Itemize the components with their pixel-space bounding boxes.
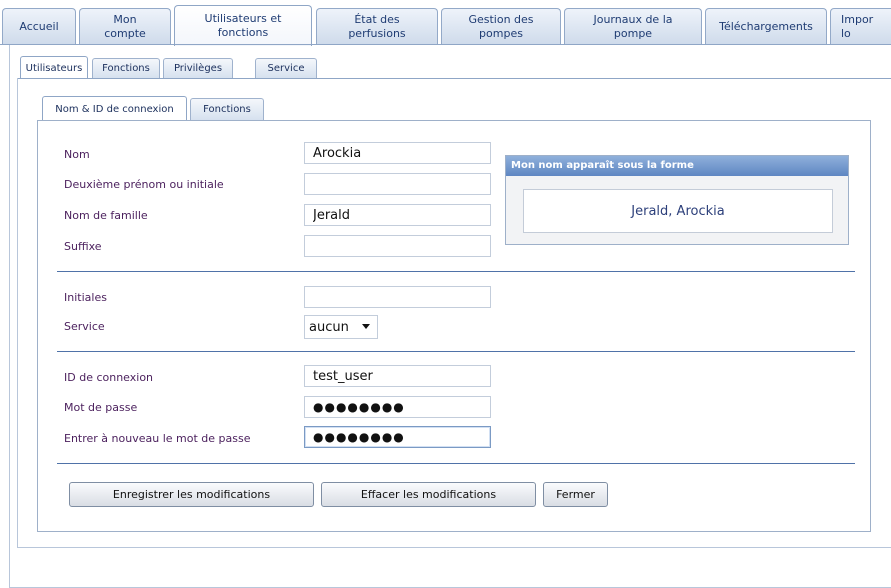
login-id-field[interactable] [304, 365, 491, 387]
password-confirm-label: Entrer à nouveau le mot de passe [64, 432, 251, 445]
main-navigation: Accueil Mon compte Utilisateurs et fonct… [0, 0, 891, 46]
tab-accueil[interactable]: Accueil [2, 8, 76, 44]
close-button[interactable]: Fermer [543, 482, 608, 507]
last-name-field[interactable] [304, 204, 491, 226]
service-select[interactable]: aucun [304, 315, 378, 339]
first-name-label: Nom [64, 148, 90, 161]
innertab-nom-id-connexion[interactable]: Nom & ID de connexion [42, 96, 187, 121]
tab-etat-des-perfusions[interactable]: État des perfusions [316, 8, 438, 44]
subtab-fonctions[interactable]: Fonctions [92, 58, 160, 78]
service-selected-value: aucun [309, 319, 349, 335]
tab-journaux-de-la-pompe[interactable]: Journaux de la pompe [564, 8, 702, 44]
section-divider [57, 463, 855, 464]
name-preview-value: Jerald, Arockia [523, 189, 833, 233]
subtab-privileges[interactable]: Privilèges [163, 58, 233, 78]
password-confirm-field[interactable] [304, 426, 491, 448]
tab-importation[interactable]: Impor lo [830, 8, 891, 44]
section-divider [57, 351, 855, 352]
tab-telechargements[interactable]: Téléchargements [705, 8, 827, 44]
initials-label: Initiales [64, 291, 107, 304]
middle-name-label: Deuxième prénom ou initiale [64, 178, 224, 191]
password-field[interactable] [304, 396, 491, 418]
save-button[interactable]: Enregistrer les modifications [69, 482, 314, 507]
suffix-field[interactable] [304, 235, 491, 257]
section-divider [57, 271, 855, 272]
name-preview-title: Mon nom apparaît sous la forme [506, 156, 848, 176]
password-label: Mot de passe [64, 401, 138, 414]
login-id-label: ID de connexion [64, 371, 154, 384]
middle-name-field[interactable] [304, 173, 491, 195]
tab-gestion-des-pompes[interactable]: Gestion des pompes [441, 8, 561, 44]
service-label: Service [64, 320, 105, 333]
clear-button[interactable]: Effacer les modifications [321, 482, 536, 507]
last-name-label: Nom de famille [64, 209, 148, 222]
innertab-fonctions[interactable]: Fonctions [190, 98, 264, 120]
name-preview-box: Mon nom apparaît sous la forme Jerald, A… [505, 155, 849, 245]
tab-utilisateurs-et-fonctions[interactable]: Utilisateurs et fonctions [174, 5, 312, 46]
suffix-label: Suffixe [64, 240, 102, 253]
subtab-utilisateurs[interactable]: Utilisateurs [20, 56, 88, 79]
first-name-field[interactable] [304, 142, 491, 164]
initials-field[interactable] [304, 286, 491, 308]
chevron-down-icon [362, 324, 370, 329]
subtab-service[interactable]: Service [255, 58, 317, 78]
tab-mon-compte[interactable]: Mon compte [79, 8, 171, 44]
